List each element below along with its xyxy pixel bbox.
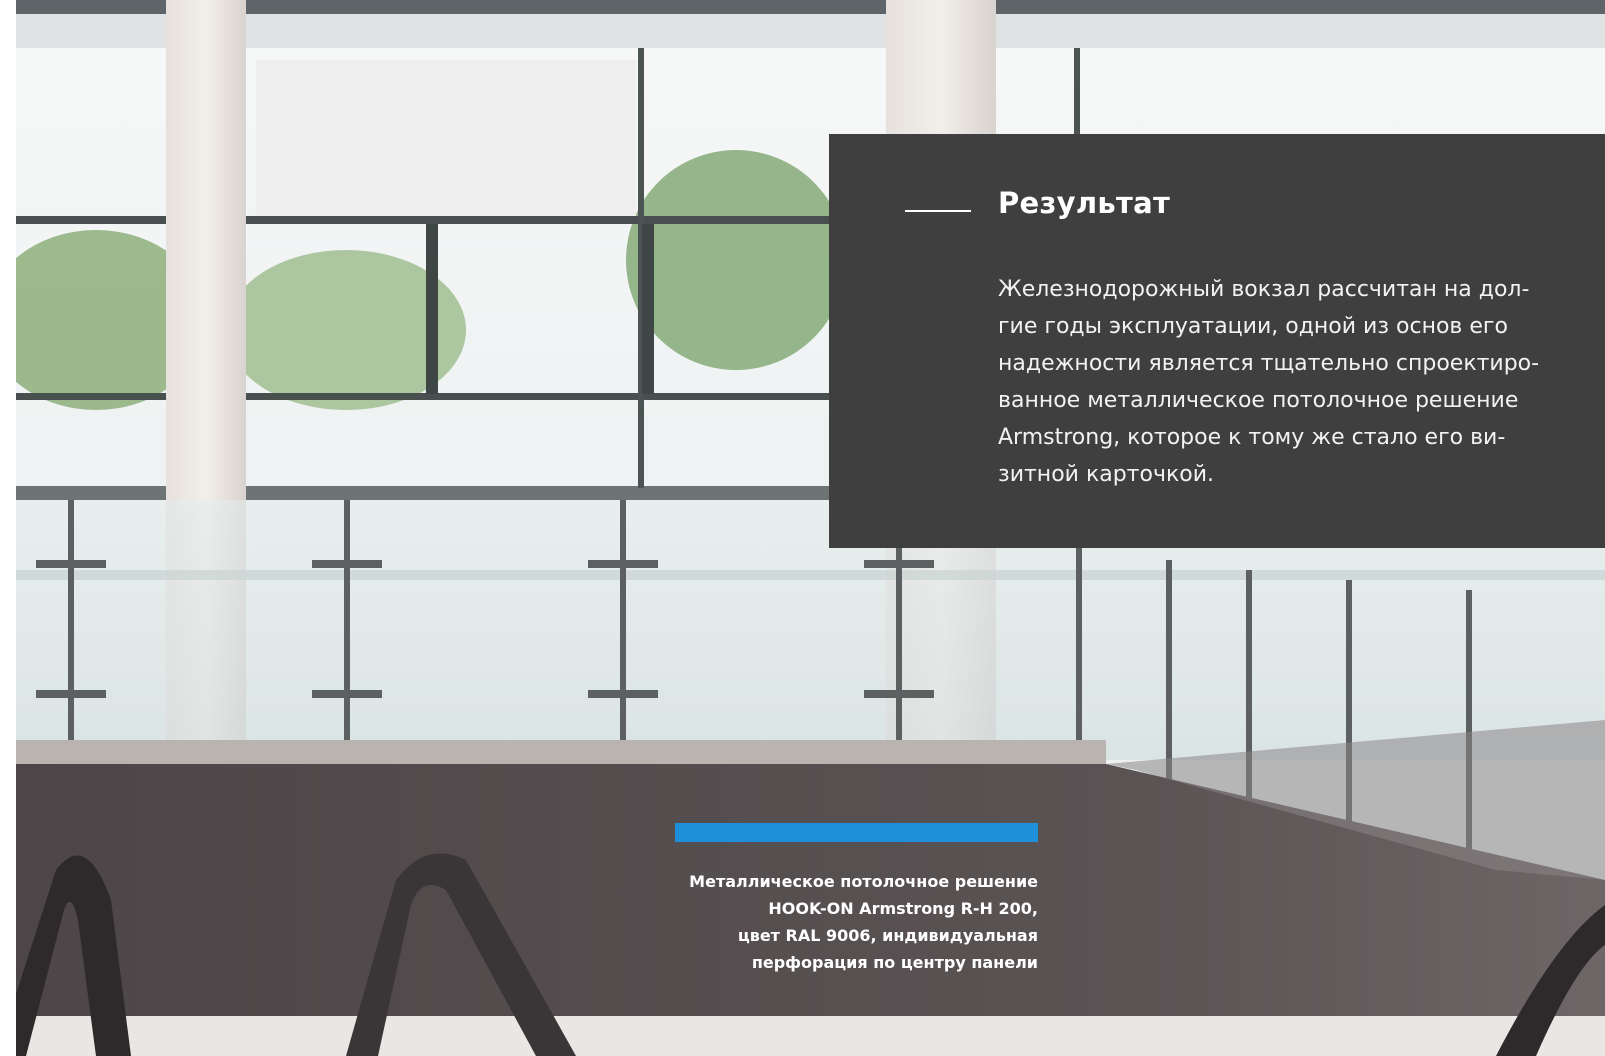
photo-caption: Металлическое потолочное решение HOOK-ON… bbox=[600, 868, 1038, 976]
caption-line: перфорация по центру панели bbox=[751, 953, 1038, 972]
caption-line: HOOK-ON Armstrong R-H 200, bbox=[768, 899, 1038, 918]
paragraph-line: ванное металлическое потолочное решение bbox=[998, 388, 1519, 413]
caption-line: цвет RAL 9006, индивидуальная bbox=[737, 926, 1038, 945]
result-paragraph: Железнодорожный вокзал рассчитан на дол-… bbox=[998, 271, 1558, 493]
caption-line: Металлическое потолочное решение bbox=[689, 872, 1038, 891]
caption-accent-bar bbox=[675, 823, 1038, 842]
title-rule bbox=[905, 210, 971, 212]
paragraph-line: надежности является тщательно спроектиро… bbox=[998, 351, 1540, 376]
distant-buildings bbox=[256, 60, 636, 220]
paragraph-line: зитной карточкой. bbox=[998, 462, 1214, 487]
result-panel: Результат Железнодорожный вокзал рассчит… bbox=[829, 134, 1605, 548]
paragraph-line: Armstrong, которое к тому же стало его в… bbox=[998, 425, 1506, 450]
paragraph-line: гие годы эксплуатации, одной из основ ег… bbox=[998, 314, 1508, 339]
result-title: Результат bbox=[998, 186, 1171, 220]
paragraph-line: Железнодорожный вокзал рассчитан на дол- bbox=[998, 277, 1530, 302]
ceiling-strip bbox=[16, 0, 1605, 14]
